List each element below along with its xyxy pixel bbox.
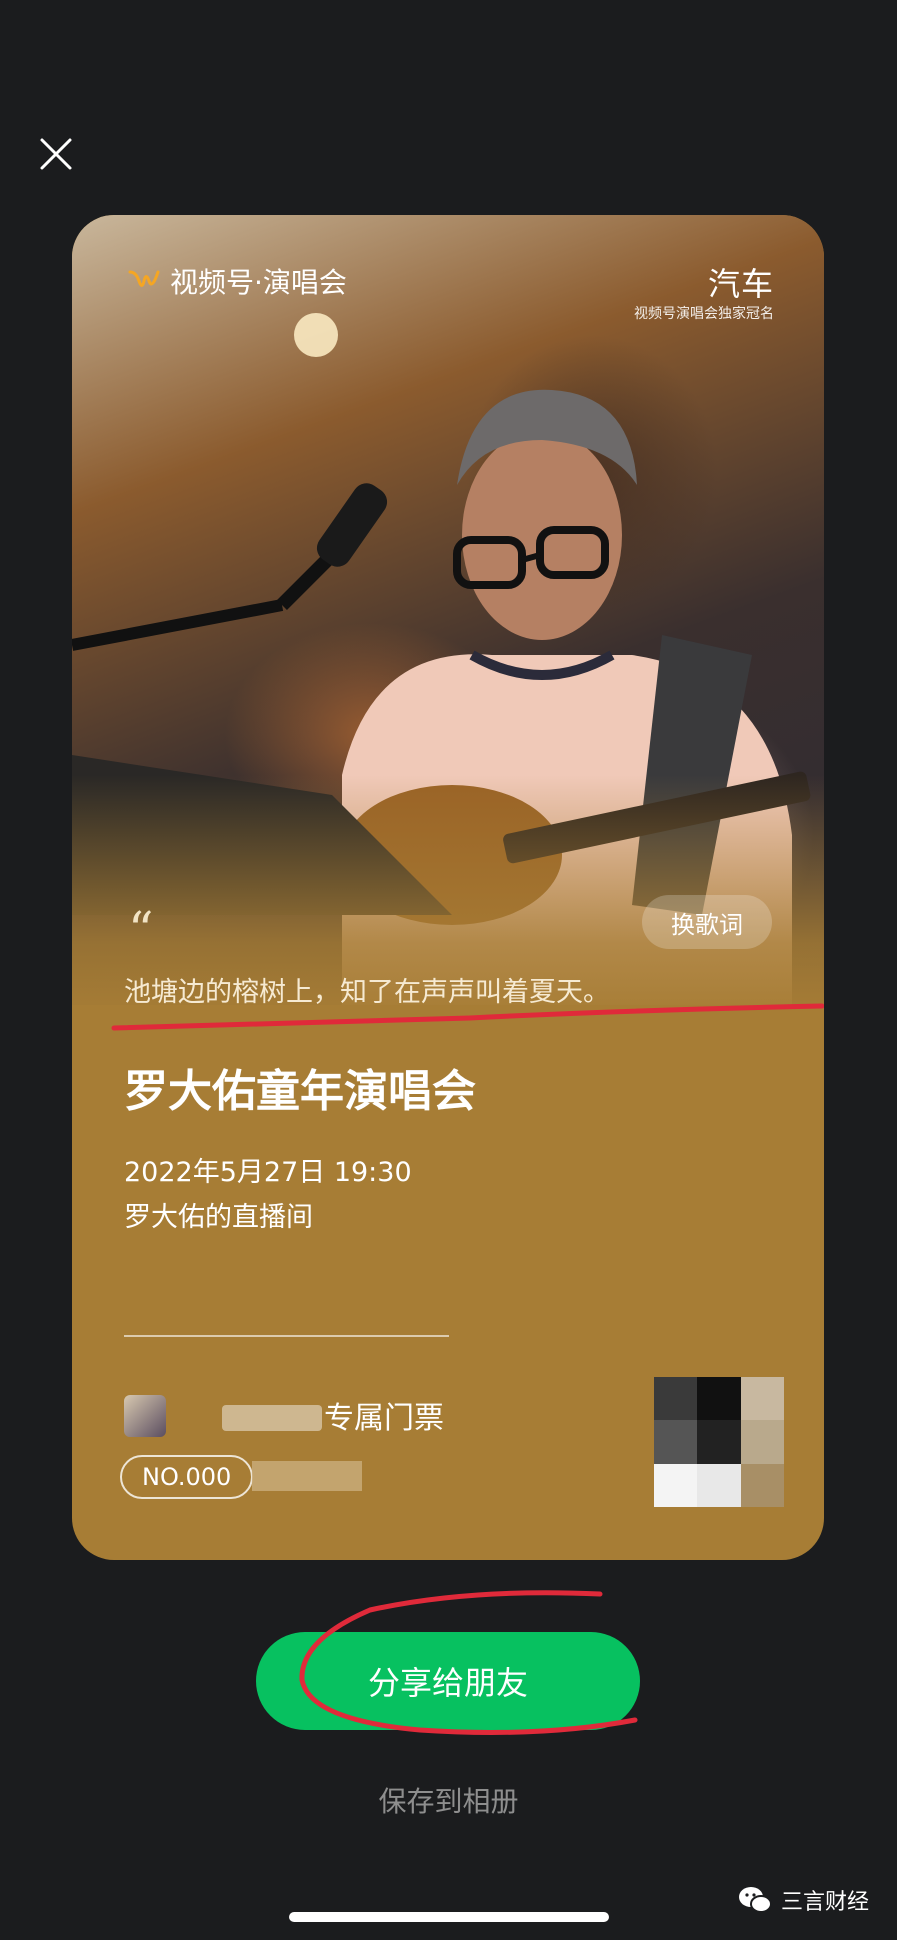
sponsor-title: 汽车 <box>707 265 774 303</box>
close-button[interactable] <box>36 134 76 174</box>
blurred-username <box>222 1405 322 1431</box>
ticket-number-text: NO.000 <box>142 1463 232 1491</box>
avatar <box>124 1395 166 1437</box>
ticket-card: 视频号·演唱会 汽车 视频号演唱会独家冠名 “ 换歌词 池塘边的榕树上，知了在声… <box>72 215 824 1560</box>
concert-title: 罗大佑童年演唱会 <box>124 1066 476 1117</box>
close-icon <box>40 138 72 170</box>
share-to-friend-button[interactable]: 分享给朋友 <box>256 1632 640 1730</box>
wechat-icon <box>738 1887 772 1913</box>
divider <box>124 1335 449 1337</box>
brand-label: 视频号·演唱会 <box>170 266 347 299</box>
save-to-album-link[interactable]: 保存到相册 <box>0 1780 897 1820</box>
watermark-text: 三言财经 <box>780 1890 869 1915</box>
ticket-number: NO.000 <box>120 1455 254 1499</box>
ticket-label: 专属门票 <box>324 1401 444 1436</box>
channels-logo-icon <box>128 270 160 287</box>
watermark: 三言财经 <box>737 1884 869 1916</box>
quote-mark: “ <box>128 901 154 959</box>
sponsor-subtitle: 视频号演唱会独家冠名 <box>634 306 774 322</box>
concert-datetime: 2022年5月27日 19:30 <box>124 1157 412 1188</box>
blurred-ticket-number <box>252 1461 362 1491</box>
qr-code <box>654 1377 784 1507</box>
red-underline-annotation <box>111 1003 824 1031</box>
home-indicator[interactable] <box>289 1912 609 1922</box>
live-room-name: 罗大佑的直播间 <box>124 1202 313 1233</box>
channels-brand: 视频号·演唱会 <box>128 261 347 301</box>
change-lyrics-button[interactable]: 换歌词 <box>642 895 772 949</box>
